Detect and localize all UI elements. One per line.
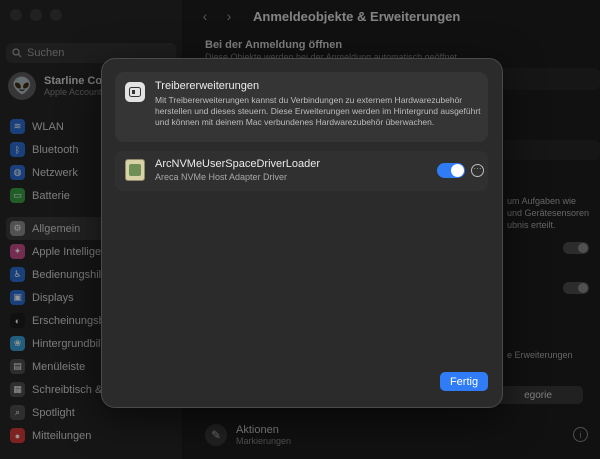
driver-description: Areca NVMe Host Adapter Driver bbox=[155, 172, 288, 182]
driver-row: ArcNVMeUserSpaceDriverLoader Areca NVMe … bbox=[115, 151, 488, 191]
driver-app-icon bbox=[125, 159, 145, 181]
driver-enable-toggle[interactable] bbox=[437, 163, 465, 178]
driver-extensions-sheet: Treibererweiterungen Mit Treibererweiter… bbox=[101, 58, 503, 408]
toggle-knob bbox=[451, 164, 464, 177]
info-description: Mit Treibererweiterungen kannst du Verbi… bbox=[155, 95, 481, 127]
done-button[interactable]: Fertig bbox=[440, 372, 488, 391]
driver-extension-icon bbox=[125, 82, 145, 102]
more-options-icon[interactable]: ··· bbox=[471, 164, 484, 177]
info-title: Treibererweiterungen bbox=[155, 80, 260, 92]
info-card: Treibererweiterungen Mit Treibererweiter… bbox=[115, 72, 488, 142]
driver-name: ArcNVMeUserSpaceDriverLoader bbox=[155, 158, 321, 170]
